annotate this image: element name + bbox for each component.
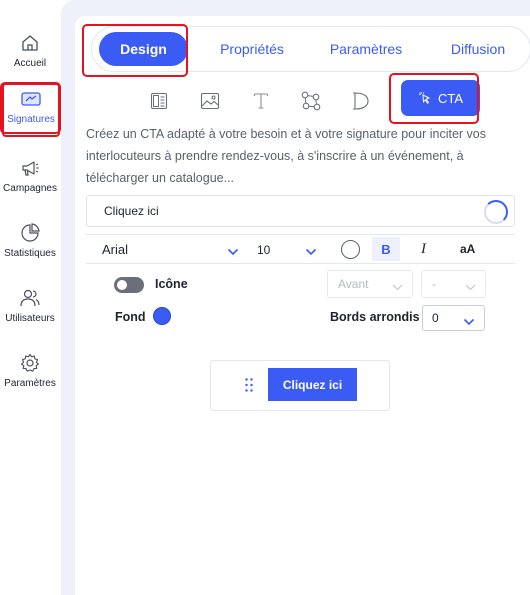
- sidebar-item-statistiques[interactable]: Statistiques: [0, 217, 60, 271]
- cta-preview: Cliquez ici: [210, 360, 390, 411]
- sidebar-item-campagnes[interactable]: Campagnes: [0, 152, 60, 206]
- drag-handle-icon[interactable]: [245, 378, 253, 392]
- rounded-corners-value: 0: [432, 311, 439, 325]
- italic-button[interactable]: I: [421, 241, 426, 258]
- sidebar-item-parametres[interactable]: Paramètres: [0, 347, 60, 401]
- cta-description: Créez un CTA adapté à votre besoin et à …: [86, 127, 486, 185]
- gear-icon: [18, 351, 42, 375]
- editor-panel: Design Propriétés Paramètres Diffusion C…: [61, 0, 530, 595]
- tab-diffusion[interactable]: Diffusion: [428, 27, 528, 71]
- sidebar-item-label: Accueil: [13, 58, 47, 69]
- social-network-icon[interactable]: [297, 87, 325, 115]
- users-icon: [18, 286, 42, 310]
- rounded-corners-label: Bords arrondis: [330, 310, 420, 324]
- chevron-down-icon[interactable]: [227, 244, 239, 259]
- sidebar-item-signatures[interactable]: Signatures: [2, 83, 60, 137]
- image-icon[interactable]: [196, 87, 224, 115]
- text-icon[interactable]: [247, 87, 275, 115]
- editor-card: Design Propriétés Paramètres Diffusion C…: [75, 16, 530, 595]
- chevron-down-icon: [465, 280, 476, 294]
- tab-bar: Design Propriétés Paramètres Diffusion: [91, 26, 530, 72]
- cta-preview-button[interactable]: Cliquez ici: [268, 368, 357, 401]
- signature-card-icon: [19, 87, 43, 111]
- chevron-down-icon: [463, 315, 475, 329]
- bold-button[interactable]: B: [372, 237, 400, 261]
- tab-parametres[interactable]: Paramètres: [314, 27, 418, 71]
- icon-choice-select: -: [421, 270, 486, 298]
- sidebar: Accueil Signatures Campagnes Statistique…: [0, 0, 60, 595]
- layout-icon[interactable]: [145, 87, 173, 115]
- sidebar-item-label: Campagnes: [3, 183, 57, 194]
- text-case-button[interactable]: aA: [460, 242, 475, 256]
- icon-label: Icône: [155, 277, 188, 291]
- format-toolbar: Arial 10 B I aA: [86, 234, 515, 264]
- cta-element-button[interactable]: CTA: [401, 80, 480, 116]
- text-color-swatch[interactable]: [341, 240, 360, 259]
- background-label: Fond: [115, 310, 146, 324]
- font-size-value[interactable]: 10: [257, 243, 270, 257]
- cta-text-value: Cliquez ici: [104, 204, 159, 218]
- font-family-value[interactable]: Arial: [102, 242, 128, 257]
- loading-spinner-icon: [484, 200, 508, 224]
- icon-choice-value: -: [432, 277, 436, 291]
- home-icon: [18, 31, 42, 55]
- pie-chart-icon: [18, 221, 42, 245]
- tab-proprietes[interactable]: Propriétés: [202, 27, 302, 71]
- sidebar-item-label: Statistiques: [4, 248, 56, 259]
- cta-text-input[interactable]: Cliquez ici: [86, 195, 515, 227]
- tab-design[interactable]: Design: [99, 32, 188, 66]
- sidebar-item-accueil[interactable]: Accueil: [0, 27, 60, 81]
- sidebar-item-utilisateurs[interactable]: Utilisateurs: [0, 282, 60, 336]
- cursor-click-icon: [418, 91, 432, 105]
- sidebar-item-label: Signatures: [7, 114, 55, 125]
- sidebar-item-label: Paramètres: [4, 378, 56, 389]
- megaphone-icon: [18, 156, 42, 180]
- signature-d-icon[interactable]: [347, 87, 375, 115]
- icon-position-select: Avant: [327, 270, 413, 298]
- sidebar-item-label: Utilisateurs: [5, 313, 55, 324]
- icon-position-value: Avant: [338, 277, 369, 291]
- chevron-down-icon[interactable]: [305, 244, 317, 259]
- cta-element-label: CTA: [437, 90, 464, 106]
- chevron-down-icon: [392, 280, 403, 294]
- icon-toggle[interactable]: [114, 277, 144, 293]
- background-color-swatch[interactable]: [153, 307, 171, 325]
- rounded-corners-select[interactable]: 0: [422, 305, 485, 331]
